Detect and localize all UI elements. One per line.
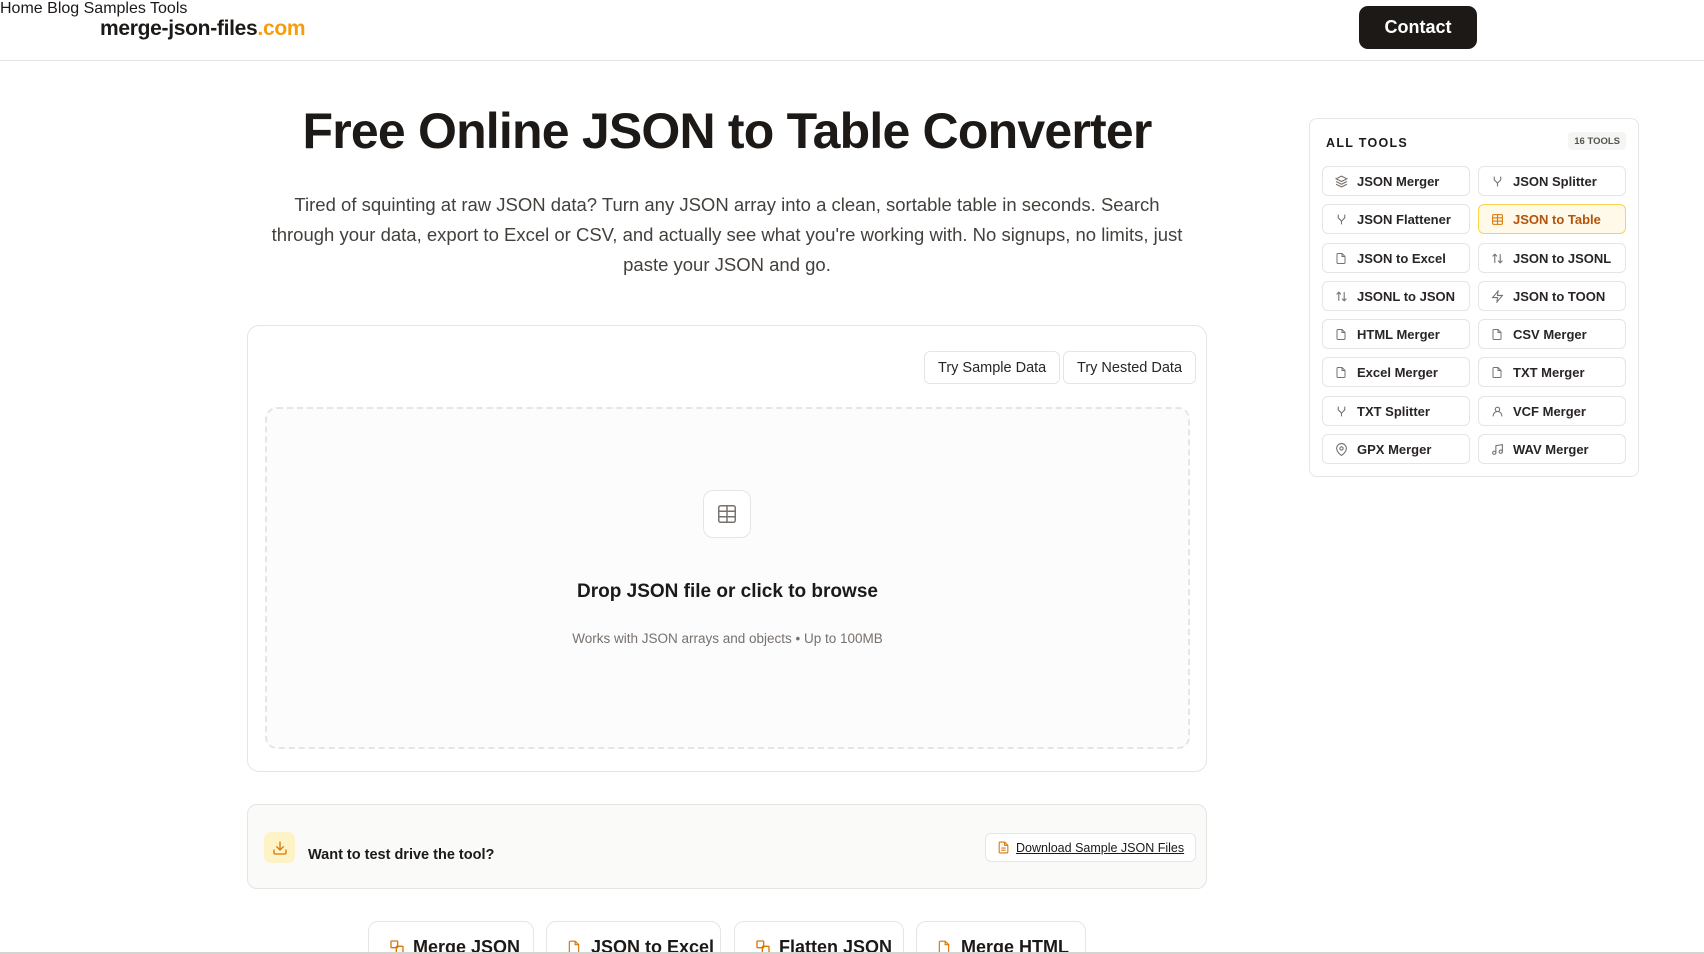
layers-icon [1334, 175, 1349, 191]
music-icon [1491, 443, 1504, 459]
contact-button[interactable]: Contact [1359, 6, 1477, 49]
dropzone-title: Drop JSON file or click to browse [577, 581, 878, 602]
download-sample-files-button[interactable]: Download Sample JSON Files [985, 833, 1197, 862]
table-icon [1491, 213, 1504, 229]
sidebar-item-label: JSON to Excel [1357, 250, 1446, 266]
page-description: Tired of squinting at raw JSON data? Tur… [271, 194, 1183, 275]
sidebar-item-label: GPX Merger [1357, 441, 1432, 457]
sidebar-item-html-merger[interactable]: HTML Merger [1322, 319, 1470, 349]
sidebar-item-label: JSON to JSONL [1513, 250, 1612, 266]
logo-tld: .com [257, 17, 306, 40]
sidebar-item-json-to-toon[interactable]: JSON to TOON [1478, 281, 1626, 311]
file-dropzone[interactable]: Drop JSON file or click to browse Works … [265, 407, 1190, 749]
bolt-icon [1491, 289, 1504, 306]
sidebar-item-vcf-merger[interactable]: VCF Merger [1478, 396, 1626, 426]
split-icon [1335, 405, 1348, 421]
related-merge-json[interactable]: Merge JSON [368, 921, 534, 954]
sidebar-item-label: JSON to Table [1513, 211, 1601, 227]
tools-count-badge: 16 TOOLS [1568, 132, 1626, 150]
sidebar-item-gpx-merger[interactable]: GPX Merger [1322, 434, 1470, 464]
file-icon [1335, 252, 1347, 268]
file-icon [1491, 366, 1503, 382]
sidebar-item-label: TXT Splitter [1357, 403, 1430, 419]
download-icon [264, 832, 295, 863]
sidebar-item-json-merger[interactable]: JSON Merger [1322, 166, 1470, 196]
file-icon [1491, 328, 1503, 344]
split-icon [1335, 213, 1348, 229]
sidebar-item-json-to-excel[interactable]: JSON to Excel [1322, 243, 1470, 273]
sidebar-item-json-splitter[interactable]: JSON Splitter [1478, 166, 1626, 196]
nav-home[interactable]: Home [0, 0, 43, 17]
map-pin-icon [1335, 443, 1348, 459]
test-drive-card: Want to test drive the tool? Download Sa… [247, 804, 1207, 889]
sidebar-item-json-to-jsonl[interactable]: JSON to JSONL [1478, 243, 1626, 273]
site-header: merge-json-files.com Home Blog Samples T… [0, 0, 1704, 61]
arrows-updown-icon [1335, 290, 1348, 306]
sidebar-item-label: VCF Merger [1513, 403, 1586, 419]
sidebar-item-json-flattener[interactable]: JSON Flattener [1322, 204, 1470, 234]
site-logo[interactable]: merge-json-files.com [100, 17, 306, 41]
file-icon [1335, 366, 1347, 382]
user-icon [1491, 405, 1504, 421]
sidebar-item-wav-merger[interactable]: WAV Merger [1478, 434, 1626, 464]
test-drive-text: Want to test drive the tool? [308, 847, 495, 863]
nav-samples[interactable]: Samples [84, 0, 146, 17]
sidebar-item-label: JSON Flattener [1357, 211, 1451, 227]
sidebar-item-label: WAV Merger [1513, 441, 1589, 457]
arrows-updown-icon [1491, 252, 1504, 268]
sidebar-item-label: CSV Merger [1513, 326, 1587, 342]
try-sample-data-button[interactable]: Try Sample Data [924, 351, 1061, 384]
converter-card: Try Sample Data Try Nested Data Drop JSO… [247, 325, 1207, 772]
sidebar-item-label: JSON Merger [1357, 173, 1440, 189]
sidebar-item-csv-merger[interactable]: CSV Merger [1478, 319, 1626, 349]
file-icon [997, 840, 1010, 858]
sidebar-item-label: Excel Merger [1357, 364, 1438, 380]
sidebar-item-txt-splitter[interactable]: TXT Splitter [1322, 396, 1470, 426]
related-flatten-json[interactable]: Flatten JSON [734, 921, 904, 954]
sidebar-item-label: JSONL to JSON [1357, 288, 1456, 304]
dropzone-subtitle: Works with JSON arrays and objects • Up … [572, 631, 883, 646]
sidebar-item-json-to-table[interactable]: JSON to Table [1478, 204, 1626, 234]
sidebar-item-excel-merger[interactable]: Excel Merger [1322, 357, 1470, 387]
related-json-to-excel[interactable]: JSON to Excel [546, 921, 721, 954]
sidebar-item-label: JSON Splitter [1513, 173, 1597, 189]
download-sample-files-label: Download Sample JSON Files [1016, 840, 1185, 855]
try-nested-data-button[interactable]: Try Nested Data [1063, 351, 1197, 384]
sidebar-title: ALL TOOLS [1326, 136, 1409, 150]
split-icon [1491, 175, 1504, 191]
all-tools-sidebar: ALL TOOLS 16 TOOLS JSON Merger JSON Spli… [1309, 118, 1639, 477]
nav-tools[interactable]: Tools [150, 0, 187, 17]
nav-blog[interactable]: Blog [47, 0, 79, 17]
logo-main: merge-json-files [100, 17, 258, 40]
table-icon [703, 490, 751, 538]
related-merge-html[interactable]: Merge HTML [916, 921, 1086, 954]
page-title: Free Online JSON to Table Converter [302, 103, 1152, 159]
sidebar-item-label: HTML Merger [1357, 326, 1440, 342]
sidebar-item-label: JSON to TOON [1513, 288, 1606, 304]
sidebar-item-label: TXT Merger [1513, 364, 1585, 380]
sidebar-item-jsonl-to-json[interactable]: JSONL to JSON [1322, 281, 1470, 311]
file-icon [1335, 328, 1347, 344]
sidebar-item-txt-merger[interactable]: TXT Merger [1478, 357, 1626, 387]
